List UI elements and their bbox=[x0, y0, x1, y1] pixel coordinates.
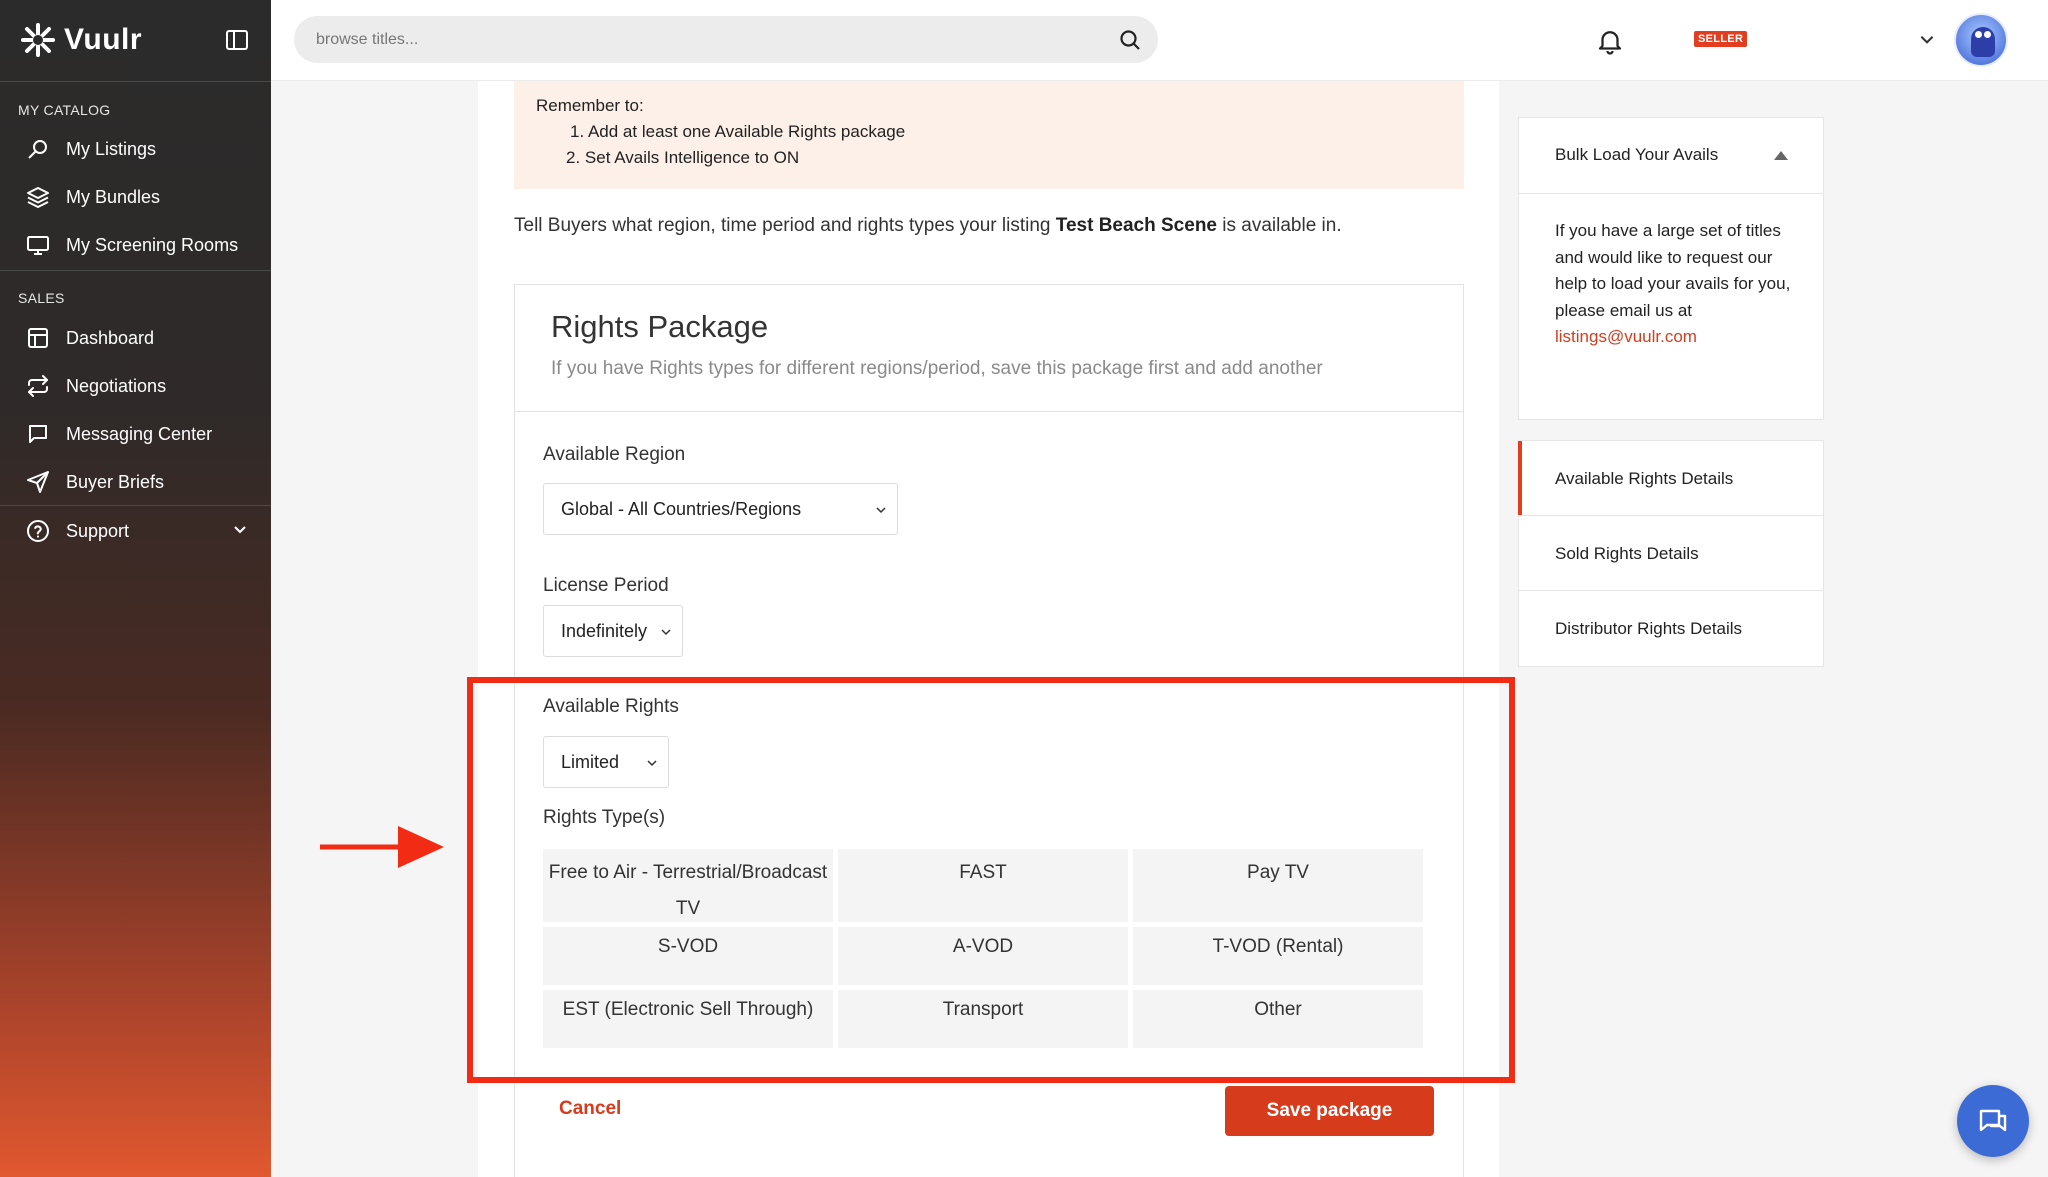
chevron-down-icon bbox=[234, 526, 246, 534]
chevron-down-icon bbox=[661, 629, 671, 636]
package-subtitle: If you have Rights types for different r… bbox=[551, 358, 1323, 379]
avatar-eye bbox=[1975, 31, 1982, 38]
sidebar-item-label: Support bbox=[66, 520, 130, 541]
package-header: Rights Package If you have Rights types … bbox=[515, 285, 1463, 412]
sidebar-item-support[interactable]: Support bbox=[26, 515, 248, 547]
sidebar-item-label: My Screening Rooms bbox=[66, 234, 239, 255]
layers-icon bbox=[26, 185, 50, 209]
save-package-button[interactable]: Save package bbox=[1225, 1086, 1434, 1136]
avatar[interactable] bbox=[1954, 13, 2008, 67]
sidebar: Vuulr MY CATALOG My Listings My Bundles … bbox=[0, 0, 271, 1177]
help-icon bbox=[26, 519, 50, 543]
nav-distributor-rights-details[interactable]: Distributor Rights Details bbox=[1519, 591, 1823, 666]
chevron-down-icon bbox=[876, 507, 886, 514]
monitor-icon bbox=[26, 233, 50, 257]
avatar-monster-icon bbox=[1971, 27, 1995, 57]
details-nav: Available Rights Details Sold Rights Det… bbox=[1518, 440, 1824, 667]
sidebar-item-label: Negotiations bbox=[66, 375, 167, 396]
sidebar-item-my-bundles[interactable]: My Bundles bbox=[26, 181, 160, 213]
search-icon bbox=[26, 137, 50, 161]
notice-remember: Remember to: bbox=[536, 96, 644, 115]
bulk-load-header[interactable]: Bulk Load Your Avails bbox=[1519, 118, 1823, 194]
sidebar-item-label: Dashboard bbox=[66, 327, 155, 348]
divider bbox=[0, 270, 271, 271]
divider bbox=[0, 81, 271, 82]
chat-icon bbox=[1979, 1109, 2007, 1132]
region-select[interactable]: Global - All Countries/Regions bbox=[543, 483, 898, 535]
bulk-load-title: Bulk Load Your Avails bbox=[1555, 145, 1719, 164]
seller-badge: SELLER bbox=[1694, 31, 1748, 47]
sidebar-item-messaging-center[interactable]: Messaging Center bbox=[26, 418, 212, 450]
brand-logo[interactable]: Vuulr bbox=[20, 20, 142, 60]
listing-title: Test Beach Scene bbox=[1055, 215, 1217, 236]
bulk-load-text: If you have a large set of titles and wo… bbox=[1555, 221, 1791, 320]
license-period-select[interactable]: Indefinitely bbox=[543, 605, 683, 657]
top-bar: SELLER bbox=[271, 0, 2048, 81]
highlight-box bbox=[467, 677, 1515, 1083]
chat-button[interactable] bbox=[1957, 1085, 2029, 1157]
package-title: Rights Package bbox=[551, 309, 769, 344]
bulk-load-panel: Bulk Load Your Avails If you have a larg… bbox=[1518, 117, 1824, 420]
sidebar-item-buyer-briefs[interactable]: Buyer Briefs bbox=[26, 466, 164, 498]
sidebar-item-dashboard[interactable]: Dashboard bbox=[26, 322, 154, 354]
swap-icon bbox=[26, 374, 50, 398]
period-label: License Period bbox=[543, 575, 669, 596]
sidebar-item-label: Buyer Briefs bbox=[66, 471, 165, 492]
bulk-load-body: If you have a large set of titles and wo… bbox=[1555, 218, 1795, 351]
notice-item: 1. Add at least one Available Rights pac… bbox=[570, 122, 906, 141]
section-label-catalog: MY CATALOG bbox=[18, 102, 111, 118]
chevron-down-icon[interactable] bbox=[1918, 30, 1936, 48]
sidebar-item-negotiations[interactable]: Negotiations bbox=[26, 370, 166, 402]
region-label: Available Region bbox=[543, 444, 686, 465]
vuulr-logo-icon bbox=[21, 23, 55, 57]
period-value: Indefinitely bbox=[561, 620, 648, 641]
sidebar-item-my-listings[interactable]: My Listings bbox=[26, 133, 156, 165]
caret-up-icon[interactable] bbox=[1774, 151, 1788, 160]
message-icon bbox=[26, 422, 50, 446]
bulk-load-email-link[interactable]: listings@vuulr.com bbox=[1555, 324, 1795, 351]
cancel-button[interactable]: Cancel bbox=[559, 1098, 621, 1120]
send-icon bbox=[26, 470, 50, 494]
intro-after: is available in. bbox=[1217, 215, 1342, 236]
search-input[interactable] bbox=[316, 16, 1096, 63]
intro-text: Tell Buyers what region, time period and… bbox=[514, 215, 1342, 237]
sidebar-item-label: My Bundles bbox=[66, 186, 161, 207]
divider bbox=[0, 505, 271, 506]
notice-item: 2. Set Avails Intelligence to ON bbox=[566, 148, 800, 167]
dashboard-icon bbox=[26, 326, 50, 350]
region-value: Global - All Countries/Regions bbox=[561, 498, 802, 519]
sidebar-item-my-screening-rooms[interactable]: My Screening Rooms bbox=[26, 229, 238, 261]
arrow-right-icon bbox=[320, 826, 444, 868]
sidebar-collapse-icon[interactable] bbox=[226, 30, 248, 50]
sidebar-item-label: My Listings bbox=[66, 138, 157, 159]
nav-available-rights-details[interactable]: Available Rights Details bbox=[1518, 441, 1823, 516]
brand-name: Vuulr bbox=[64, 23, 143, 56]
search-icon[interactable] bbox=[1118, 28, 1142, 52]
nav-sold-rights-details[interactable]: Sold Rights Details bbox=[1519, 516, 1823, 591]
section-label-sales: SALES bbox=[18, 290, 65, 306]
bell-icon[interactable] bbox=[1595, 26, 1625, 56]
notice-banner: Remember to: 1. Add at least one Availab… bbox=[514, 81, 1464, 189]
search-bar bbox=[294, 16, 1158, 63]
avatar-eye bbox=[1984, 31, 1991, 38]
sidebar-item-label: Messaging Center bbox=[66, 423, 213, 444]
intro-before: Tell Buyers what region, time period and… bbox=[514, 215, 1056, 236]
